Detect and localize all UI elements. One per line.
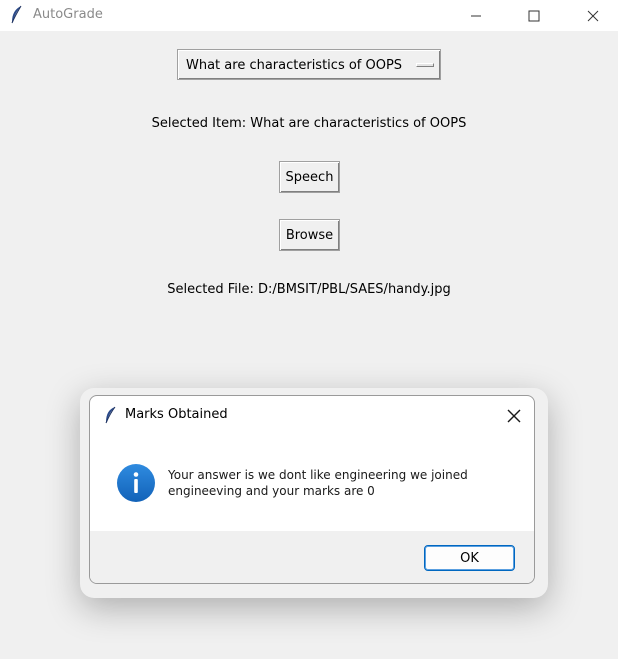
app-window: AutoGrade What are characteristics of OO…	[0, 0, 618, 659]
title-bar: AutoGrade	[0, 0, 618, 31]
question-dropdown[interactable]: What are characteristics of OOPS	[177, 49, 441, 80]
dialog-message: Your answer is we dont like engineering …	[168, 467, 518, 499]
minimize-button[interactable]	[453, 0, 499, 31]
minimize-icon	[471, 15, 481, 16]
dialog-message-line: engineeving and your marks are 0	[168, 484, 375, 498]
browse-button[interactable]: Browse	[279, 219, 340, 251]
close-icon	[587, 10, 599, 21]
selected-item-label: Selected Item: What are characteristics …	[151, 116, 467, 131]
window-title: AutoGrade	[33, 7, 103, 22]
marks-dialog: Marks Obtained Your answer is we dont li…	[89, 395, 535, 584]
dialog-title: Marks Obtained	[125, 407, 228, 422]
ok-button[interactable]: OK	[424, 545, 515, 571]
speech-button[interactable]: Speech	[279, 161, 340, 193]
feather-icon	[105, 406, 116, 424]
feather-icon	[11, 5, 22, 24]
dialog-message-line: Your answer is we dont like engineering …	[168, 468, 468, 482]
selected-file-label: Selected File: D:/BMSIT/PBL/SAES/handy.j…	[167, 282, 451, 297]
maximize-button[interactable]	[511, 0, 557, 31]
close-button[interactable]	[570, 0, 616, 31]
dropdown-selected-value: What are characteristics of OOPS	[186, 58, 403, 73]
info-icon	[117, 464, 155, 502]
dialog-close-icon[interactable]	[504, 406, 524, 426]
dropdown-indicator-icon	[416, 63, 434, 67]
maximize-icon	[528, 10, 540, 21]
